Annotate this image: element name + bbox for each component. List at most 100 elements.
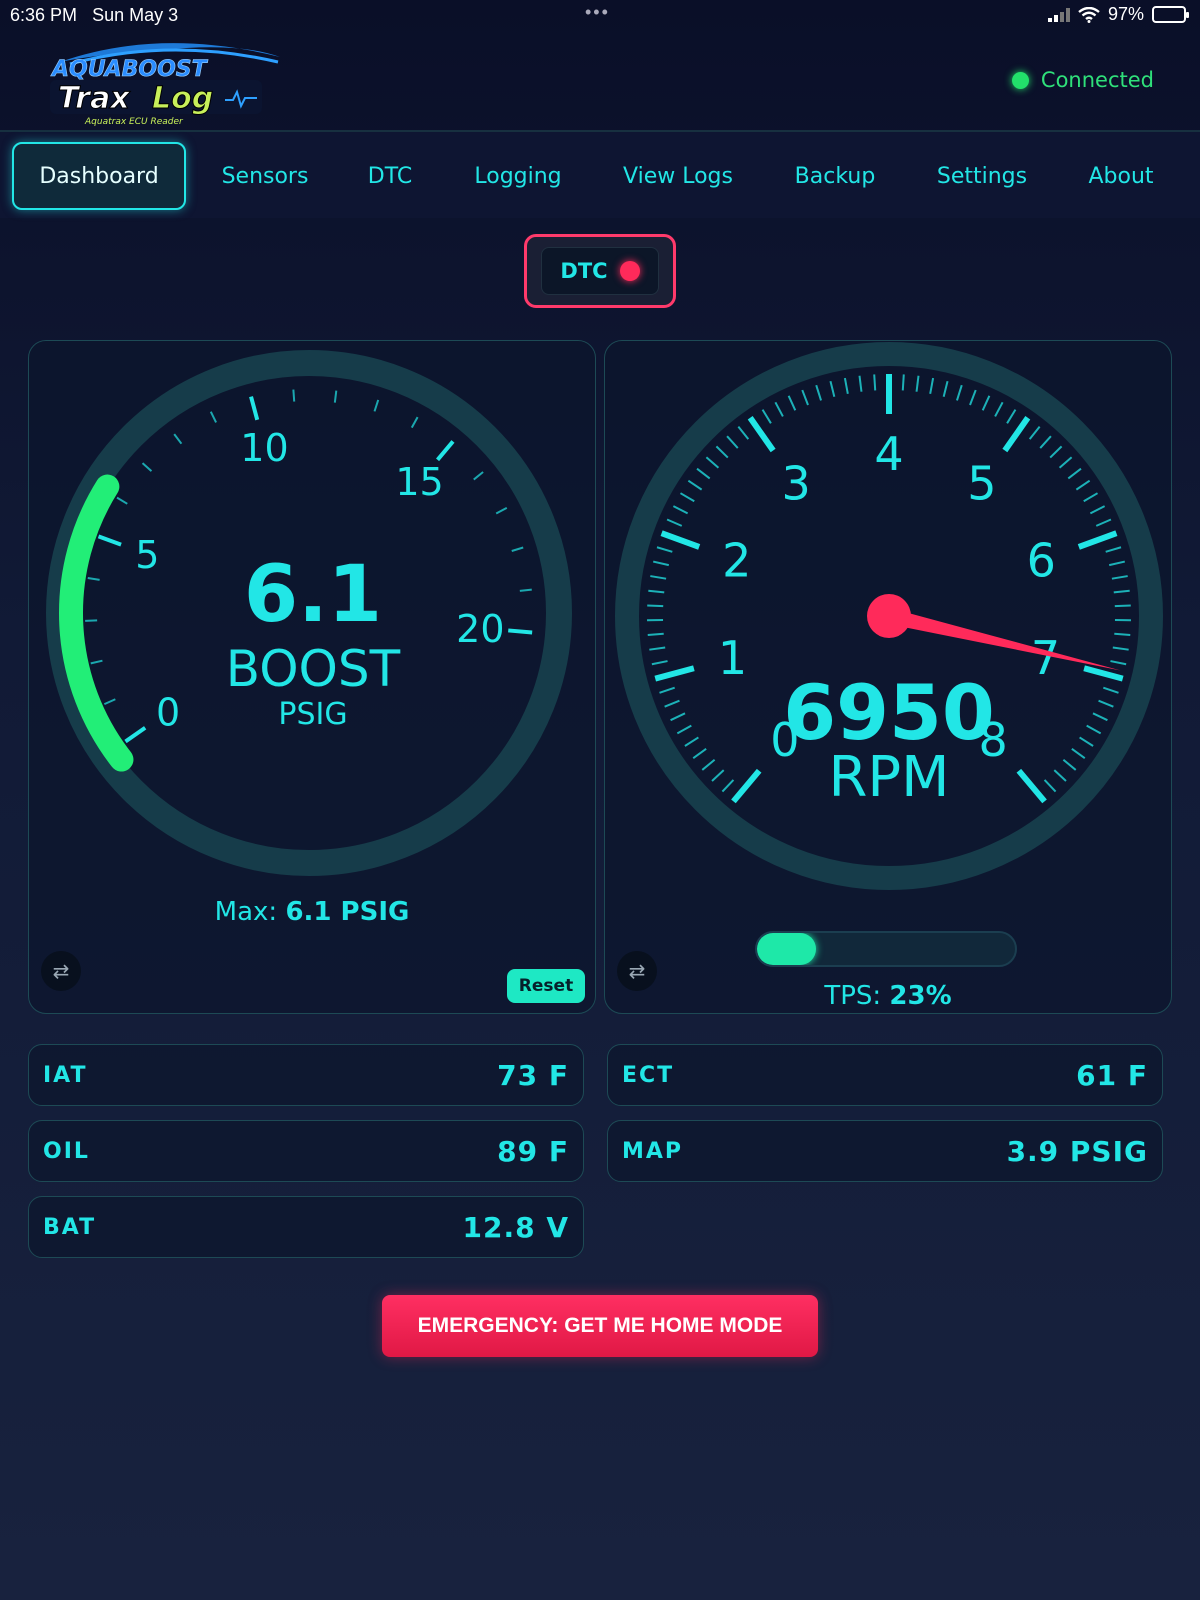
swap-arrows-icon: ⇄ [52,959,70,983]
rpm-minor-tick [1103,686,1119,694]
dtc-indicator-frame: DTC [524,234,676,308]
rpm-minor-tick [701,758,716,771]
tps-bar-fill [757,933,817,965]
rpm-major-tick [1016,768,1047,804]
boost-minor-tick [173,433,183,445]
rpm-needle-pointer [887,608,1121,671]
tab-sensors[interactable]: Sensors [205,142,325,210]
tab-logging[interactable]: Logging [460,142,576,210]
rpm-minor-tick [687,479,703,491]
tab-backup[interactable]: Backup [780,142,890,210]
boost-label: BOOST [226,640,401,698]
sensor-ect: ECT 61 F [607,1044,1163,1106]
tab-view-logs[interactable]: View Logs [608,142,748,210]
rpm-tick-label: 7 [1031,631,1060,685]
emergency-get-me-home-button[interactable]: EMERGENCY: GET ME HOME MODE [382,1295,818,1357]
rpm-minor-tick [715,445,729,459]
sensor-label: IAT [43,1062,88,1088]
svg-text:Log: Log [152,81,213,116]
rpm-minor-tick [994,401,1004,417]
rpm-minor-tick [929,377,935,394]
rpm-minor-tick [1039,435,1052,449]
battery-percent: 97% [1107,4,1144,24]
rpm-minor-tick [942,380,949,397]
rpm-swap-gauge-button[interactable]: ⇄ [617,951,657,991]
multitask-dots-icon[interactable]: ••• [585,2,610,23]
rpm-minor-tick [1092,712,1108,722]
boost-swap-gauge-button[interactable]: ⇄ [41,951,81,991]
boost-minor-tick [410,416,419,429]
rpm-minor-tick [1105,546,1122,553]
rpm-minor-tick [901,374,905,391]
rpm-minor-tick [1112,646,1129,651]
sensor-value: 12.8 V [462,1210,569,1244]
rpm-minor-tick [787,395,797,411]
rpm-minor-tick [1095,518,1112,527]
rpm-minor-tick [650,575,667,580]
boost-minor-tick [141,462,153,472]
rpm-minor-tick [684,736,699,747]
rpm-minor-tick [649,646,666,651]
rpm-minor-tick [829,380,836,397]
tab-settings[interactable]: Settings [926,142,1038,210]
rpm-minor-tick [676,724,692,735]
boost-max-value: 6.1 PSIG [285,897,410,927]
rpm-minor-tick [679,492,695,503]
rpm-tick-label: 1 [718,631,747,685]
boost-major-tick [436,440,455,462]
rpm-minor-tick [1114,604,1131,608]
rpm-minor-tick [915,375,920,392]
boost-minor-tick [209,411,217,423]
dtc-alert-dot-icon [619,261,640,281]
rpm-minor-tick [1086,724,1102,735]
tab-dashboard[interactable]: Dashboard [12,142,186,210]
sensor-label: BAT [43,1214,97,1240]
tps-readout: TPS: 23% [824,981,952,1011]
connection-status: Connected [1011,68,1154,92]
sensor-value: 3.9 PSIG [1006,1134,1148,1168]
rpm-minor-tick [711,769,725,782]
boost-minor-tick [333,390,338,403]
rpm-minor-tick [1053,769,1067,782]
sensor-value: 61 F [1076,1058,1148,1092]
sensor-label: OIL [43,1138,90,1164]
boost-tick-label: 5 [135,533,159,577]
tab-about[interactable]: About [1074,142,1168,210]
svg-text:Aquatrax ECU Reader: Aquatrax ECU Reader [84,117,184,127]
boost-minor-tick [519,588,532,592]
boost-reset-button[interactable]: Reset [507,969,585,1003]
rpm-major-tick [731,768,762,804]
rpm-minor-tick [1028,425,1041,440]
rpm-minor-tick [1110,660,1127,666]
sensor-label: MAP [622,1138,684,1164]
rpm-minor-tick [1083,492,1099,503]
dtc-button[interactable]: DTC [541,247,659,295]
rpm-minor-tick [1111,575,1128,580]
rpm-minor-tick [1049,445,1063,459]
app-header: AQUABOOST Trax Log Aquatrax ECU Reader C… [0,30,1200,132]
boost-minor-tick [511,546,524,552]
rpm-minor-tick [1006,409,1017,424]
boost-tick-label: 10 [240,426,288,470]
sensor-oil: OIL 89 F [28,1120,584,1182]
rpm-minor-tick [843,377,849,394]
rpm-minor-tick [651,660,668,666]
rpm-minor-tick [670,712,686,722]
app-logo: AQUABOOST Trax Log Aquatrax ECU Reader [50,43,280,127]
rpm-minor-tick [1071,748,1086,760]
tab-dtc[interactable]: DTC [350,142,430,210]
rpm-minor-tick [1113,589,1130,594]
rpm-major-tick [654,665,695,682]
boost-major-tick [97,534,122,547]
status-time: 6:36 PM Sun May 3 [10,5,179,25]
rpm-minor-tick [659,686,675,694]
rpm-major-tick [1083,665,1124,682]
rpm-minor-tick [873,374,877,391]
tps-value: 23% [889,981,952,1011]
wifi-icon [1078,6,1100,23]
boost-minor-tick [473,471,484,481]
rpm-minor-tick [1098,699,1114,708]
rpm-minor-tick [666,518,683,527]
rpm-minor-tick [801,389,809,406]
rpm-minor-tick [648,589,665,594]
